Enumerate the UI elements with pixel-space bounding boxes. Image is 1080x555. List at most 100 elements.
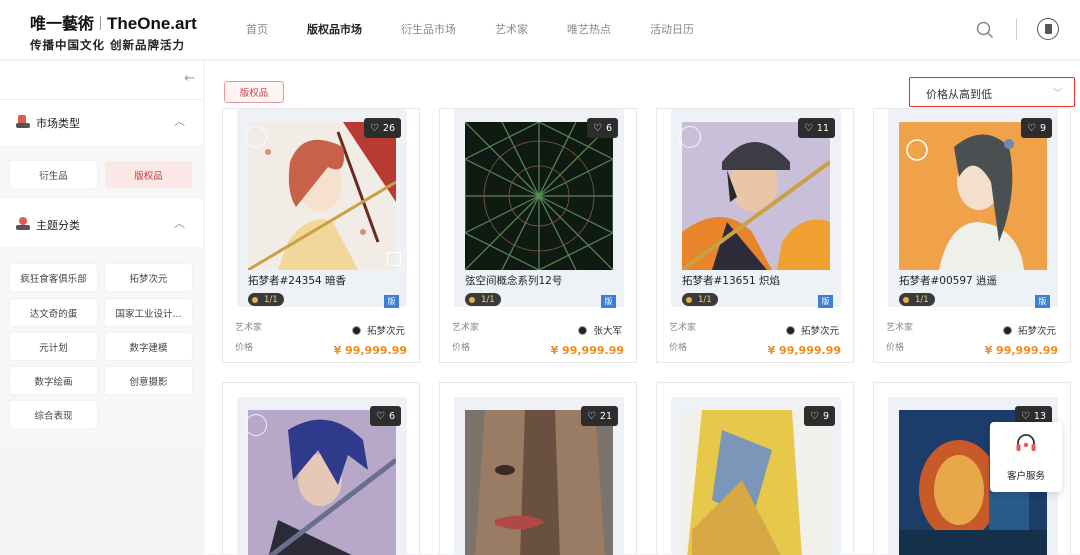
edition-badge: 1/1 <box>899 293 935 306</box>
chip-theme[interactable]: 元计划 <box>10 333 97 360</box>
sticker-ring-icon <box>245 414 267 436</box>
like-count: 6 <box>388 410 395 422</box>
card-image-area: ♡ 6 <box>237 397 407 555</box>
chip-theme[interactable]: 数字绘画 <box>10 367 97 394</box>
like-badge[interactable]: ♡ 6 <box>369 406 401 426</box>
collapse-arrow-icon[interactable]: ← <box>184 71 195 86</box>
heart-icon: ♡ <box>369 122 379 134</box>
chip-theme[interactable]: 疯狂食客俱乐部 <box>10 264 97 291</box>
price-label: 价格 <box>452 343 471 353</box>
top-header: 唯一藝術 TheOne.art 传播中国文化 创新品牌活力 首页 版权品市场 衍生… <box>0 0 1080 60</box>
section-theme[interactable]: 主题分类 ︿ <box>0 203 203 247</box>
artist-name[interactable]: 拓梦次元 <box>1002 323 1056 337</box>
sticker-ring-icon <box>245 126 267 148</box>
like-badge[interactable]: ♡ 9 <box>803 406 835 426</box>
artwork-image <box>682 410 830 555</box>
sort-select[interactable]: 价格从高到低 ﹀ <box>909 77 1075 107</box>
like-count: 13 <box>1033 410 1046 422</box>
like-badge[interactable]: ♡ 21 <box>580 406 618 426</box>
chip-theme[interactable]: 创意摄影 <box>105 367 192 394</box>
sticker-ring-icon <box>679 126 701 148</box>
artwork-card[interactable]: ♡ 6 弦空间概念系列12号 1/1 版 艺术家 张大军 价格 ¥ 99,999.… <box>439 108 637 363</box>
chip-theme[interactable]: 拓梦次元 <box>105 264 192 291</box>
nav-artists[interactable]: 艺术家 <box>495 21 528 37</box>
avatar <box>785 325 795 335</box>
chip-theme[interactable]: 综合表现 <box>10 401 97 428</box>
heart-icon: ♡ <box>1020 410 1030 422</box>
active-filter-tag[interactable]: 版权品 <box>224 81 284 103</box>
chip-theme[interactable]: 数字建模 <box>105 333 192 360</box>
theme-options: 疯狂食客俱乐部 拓梦次元 达文奇的蛋 国家工业设计... 元计划 数字建模 数字… <box>0 247 203 444</box>
copyright-badge: 版 <box>818 295 833 308</box>
artist-label: 艺术家 <box>886 323 914 333</box>
card-title: 拓梦者#13651 炽焰 <box>682 275 781 287</box>
app-download-icon[interactable] <box>1037 18 1059 40</box>
price-value: ¥ 99,999.99 <box>767 344 841 357</box>
price-value: ¥ 99,999.99 <box>984 344 1058 357</box>
artwork-image <box>682 122 830 270</box>
artwork-card[interactable]: ♡ 9 拓梦者#00597 逍遥 1/1 版 艺术家 拓梦次元 价格 ¥ 99,9… <box>873 108 1071 363</box>
like-badge[interactable]: ♡ 11 <box>797 118 835 138</box>
nav-hot[interactable]: 唯艺热点 <box>567 21 611 37</box>
avatar <box>578 325 588 335</box>
price-label: 价格 <box>886 343 905 353</box>
heart-icon: ♡ <box>375 410 385 422</box>
artist-name[interactable]: 张大军 <box>578 323 622 337</box>
artwork-image <box>899 122 1047 270</box>
chip-theme[interactable]: 国家工业设计... <box>105 299 192 326</box>
section-market-type[interactable]: 市场类型 ︿ <box>0 101 203 145</box>
section-title-market-type: 市场类型 <box>36 117 80 130</box>
main-nav: 首页 版权品市场 衍生品市场 艺术家 唯艺热点 活动日历 <box>246 21 733 37</box>
card-image-area: ♡ 26 拓梦者#24354 暗香 1/1 版 <box>237 109 407 308</box>
edition-badge: 1/1 <box>682 293 718 306</box>
sidebar-divider <box>0 99 203 100</box>
card-title: 拓梦者#24354 暗香 <box>248 275 347 287</box>
logo[interactable]: 唯一藝術 TheOne.art 传播中国文化 创新品牌活力 <box>30 10 197 53</box>
copyright-badge: 版 <box>1035 295 1050 308</box>
chip-theme[interactable]: 达文奇的蛋 <box>10 299 97 326</box>
artwork-card[interactable]: ♡ 21 <box>439 382 637 555</box>
chip-copyright[interactable]: 版权品 <box>105 161 192 188</box>
like-badge[interactable]: ♡ 9 <box>1020 118 1052 138</box>
like-badge[interactable]: ♡ 6 <box>586 118 618 138</box>
filter-sidebar: ← 市场类型 ︿ 衍生品 版权品 主题分类 ︿ 疯狂食客俱乐部 拓梦次元 达文奇… <box>0 61 203 444</box>
card-image-area: ♡ 11 拓梦者#13651 炽焰 1/1 版 <box>671 109 841 308</box>
artist-name[interactable]: 拓梦次元 <box>351 323 405 337</box>
chevron-down-icon: ﹀ <box>1052 89 1062 99</box>
price-label: 价格 <box>235 343 254 353</box>
logo-slogan: 传播中国文化 创新品牌活力 <box>30 38 186 52</box>
search-icon[interactable] <box>976 21 994 39</box>
like-count: 9 <box>1039 122 1046 134</box>
nav-copyright-market[interactable]: 版权品市场 <box>307 21 362 37</box>
avatar <box>351 325 361 335</box>
price-value: ¥ 99,999.99 <box>333 344 407 357</box>
logo-en: TheOne.art <box>107 14 197 33</box>
artist-name[interactable]: 拓梦次元 <box>785 323 839 337</box>
nav-derivative-market[interactable]: 衍生品市场 <box>401 21 456 37</box>
chevron-up-icon[interactable]: ︿ <box>174 215 185 231</box>
edition-badge: 1/1 <box>465 293 501 306</box>
like-count: 9 <box>822 410 829 422</box>
headset-icon <box>1016 434 1036 451</box>
artwork-card[interactable]: ♡ 11 拓梦者#13651 炽焰 1/1 版 艺术家 拓梦次元 价格 ¥ 99,… <box>656 108 854 363</box>
nav-calendar[interactable]: 活动日历 <box>650 21 694 37</box>
artwork-card[interactable]: ♡ 26 拓梦者#24354 暗香 1/1 版 艺术家 拓梦次元 价格 ¥ 99,… <box>222 108 420 363</box>
artist-label: 艺术家 <box>452 323 480 333</box>
artist-label: 艺术家 <box>669 323 697 333</box>
card-image-area: ♡ 9 拓梦者#00597 逍遥 1/1 版 <box>888 109 1058 308</box>
artwork-card[interactable]: ♡ 6 <box>222 382 420 555</box>
artwork-card[interactable]: ♡ 9 <box>656 382 854 555</box>
copyright-badge: 版 <box>384 295 399 308</box>
chip-derivative[interactable]: 衍生品 <box>10 161 97 188</box>
expand-icon[interactable] <box>387 252 401 266</box>
card-image-area: ♡ 6 弦空间概念系列12号 1/1 版 <box>454 109 624 308</box>
market-type-icon <box>16 115 30 128</box>
customer-service-button[interactable]: 客户服务 <box>990 422 1062 492</box>
like-count: 21 <box>599 410 612 422</box>
nav-home[interactable]: 首页 <box>246 21 268 37</box>
like-badge[interactable]: ♡ 26 <box>363 118 401 138</box>
edition-badge: 1/1 <box>248 293 284 306</box>
chevron-up-icon[interactable]: ︿ <box>174 113 185 129</box>
like-count: 11 <box>816 122 829 134</box>
customer-service-label: 客户服务 <box>1006 471 1045 482</box>
